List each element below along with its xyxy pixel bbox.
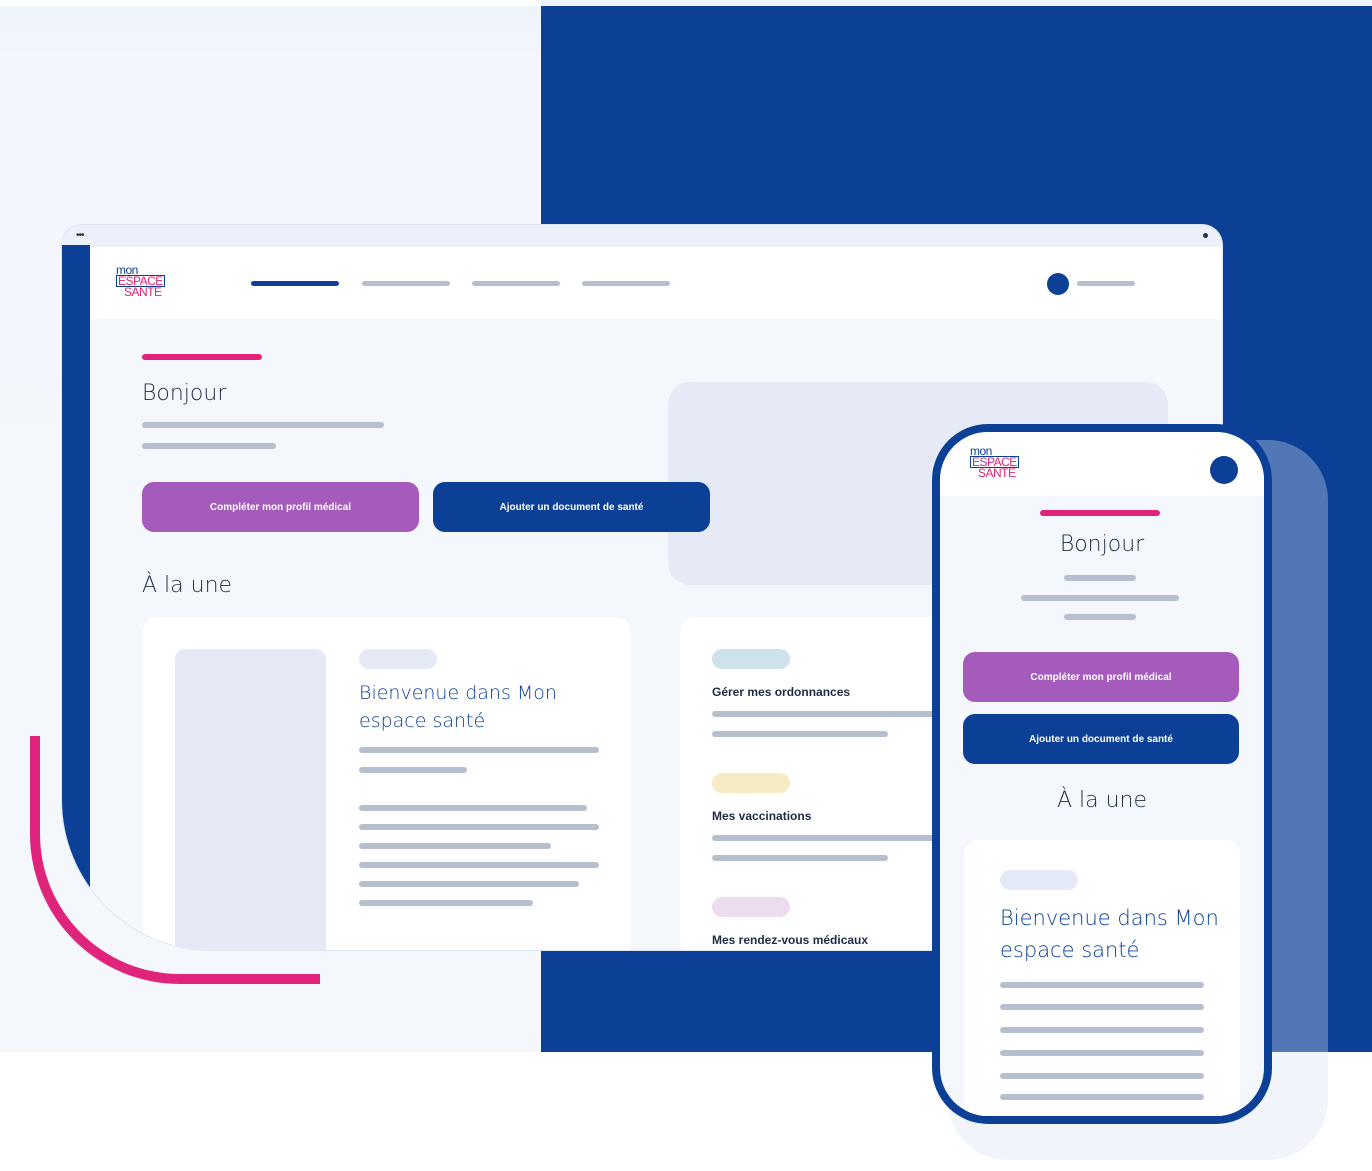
title-accent-bar <box>1040 510 1160 516</box>
mobile-avatar-icon[interactable] <box>1210 456 1238 484</box>
text-placeholder <box>359 747 599 753</box>
text-placeholder <box>359 843 551 849</box>
user-name-placeholder[interactable] <box>1077 281 1135 286</box>
category-tag <box>359 649 437 669</box>
featured-article-card[interactable]: Bienvenue dans Mon espace santé <box>143 617 631 950</box>
mobile-screen: mon ESPACE SANTÉ Bonjour Compléter mon p… <box>940 432 1264 1116</box>
text-placeholder <box>359 767 467 773</box>
mobile-featured-article-card[interactable]: Bienvenue dans Mon espace santé <box>964 840 1240 1116</box>
site-logo[interactable]: mon ESPACE SANTÉ <box>116 264 165 299</box>
site-header: mon ESPACE SANTÉ <box>90 247 1222 319</box>
text-placeholder <box>359 862 599 868</box>
text-placeholder <box>1000 1004 1204 1010</box>
window-controls-icon[interactable]: ••• <box>76 231 84 241</box>
nav-item-active[interactable] <box>251 281 339 286</box>
logo-line: SANTÉ <box>124 285 162 299</box>
nav-item[interactable] <box>472 281 560 286</box>
text-placeholder <box>142 422 384 428</box>
title-accent-bar <box>142 354 262 360</box>
text-placeholder <box>142 443 276 449</box>
mobile-complete-profile-button[interactable]: Compléter mon profil médical <box>963 652 1239 702</box>
text-placeholder <box>1064 614 1136 620</box>
complete-profile-button[interactable]: Compléter mon profil médical <box>142 482 419 532</box>
mobile-add-document-button[interactable]: Ajouter un document de santé <box>963 714 1239 764</box>
text-placeholder <box>1000 982 1204 988</box>
text-placeholder <box>1000 1050 1204 1056</box>
text-placeholder <box>359 824 599 830</box>
add-document-button[interactable]: Ajouter un document de santé <box>433 482 710 532</box>
quick-link-vaccinations[interactable]: Mes vaccinations <box>712 809 811 823</box>
desktop-side-accent <box>62 245 90 950</box>
nav-item[interactable] <box>582 281 670 286</box>
text-placeholder <box>1021 595 1179 601</box>
text-placeholder <box>1000 1027 1204 1033</box>
text-placeholder <box>1000 1094 1204 1100</box>
text-placeholder <box>712 835 942 841</box>
text-placeholder <box>712 731 888 737</box>
quick-link-tag <box>712 649 790 669</box>
mobile-phone-mockup: mon ESPACE SANTÉ Bonjour Compléter mon p… <box>932 424 1272 1124</box>
top-edge <box>0 0 541 6</box>
quick-link-tag <box>712 773 790 793</box>
browser-chrome: ••• <box>62 225 1222 247</box>
text-placeholder <box>1064 575 1136 581</box>
nav-item[interactable] <box>362 281 450 286</box>
logo-line: SANTÉ <box>978 466 1016 480</box>
text-placeholder <box>712 855 888 861</box>
category-tag <box>1000 870 1078 890</box>
quick-link-appointments[interactable]: Mes rendez-vous médicaux <box>712 933 868 947</box>
mobile-page-title: Bonjour <box>1059 532 1145 557</box>
browser-menu-icon[interactable] <box>1203 233 1208 238</box>
text-placeholder <box>359 881 579 887</box>
mobile-article-title[interactable]: Bienvenue dans Mon espace santé <box>1000 902 1220 966</box>
article-title[interactable]: Bienvenue dans Mon espace santé <box>359 679 589 735</box>
text-placeholder <box>359 805 587 811</box>
quick-link-prescriptions[interactable]: Gérer mes ordonnances <box>712 685 850 699</box>
text-placeholder <box>712 711 942 717</box>
text-placeholder <box>359 900 533 906</box>
mobile-site-logo[interactable]: mon ESPACE SANTÉ <box>970 445 1019 480</box>
user-avatar-icon[interactable] <box>1047 273 1069 295</box>
section-title: À la une <box>142 573 233 598</box>
page-title: Bonjour <box>142 381 227 406</box>
quick-link-tag <box>712 897 790 917</box>
mobile-header: mon ESPACE SANTÉ <box>940 432 1264 496</box>
text-placeholder <box>1000 1073 1204 1079</box>
mobile-section-title: À la une <box>1056 788 1148 813</box>
article-image-placeholder <box>175 649 326 950</box>
